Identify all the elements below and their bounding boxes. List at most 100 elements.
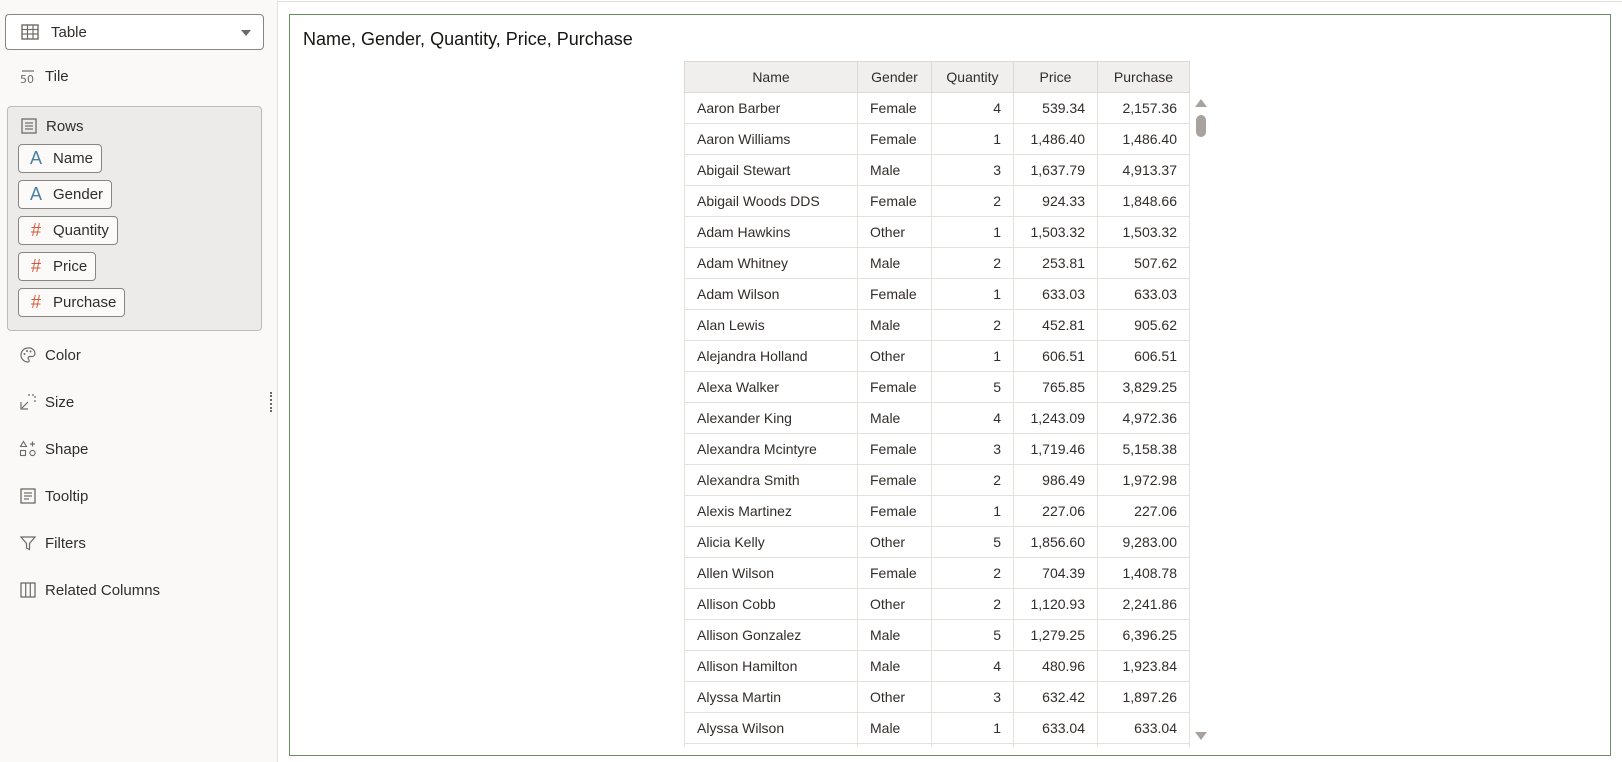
cell-name: Alexis Martinez [684,495,858,527]
table-row[interactable]: Allison Hamilton Male 4 480.96 1,923.84 [684,650,1190,682]
row-column-label: Quantity [53,222,109,239]
cell-name: Adam Whitney [684,247,858,279]
cell-price: 452.81 [1013,309,1098,341]
section-filters-label: Filters [45,534,86,552]
section-color[interactable]: Color [19,346,81,364]
table-row[interactable]: Abigail Woods DDS Female 2 924.33 1,848.66 [684,185,1190,217]
cell-purchase: 633.04 [1097,712,1190,744]
table-row[interactable]: Adam Whitney Male 2 253.81 507.62 [684,247,1190,279]
cell-quantity: 5 [931,619,1014,651]
panel-resize-handle[interactable] [270,392,272,412]
column-header-gender[interactable]: Gender [857,61,932,93]
table-row[interactable]: Amanda BarnesFemale2 [684,743,1190,747]
section-related-columns[interactable]: Related Columns [19,581,160,599]
table-row[interactable]: Allison Gonzalez Male 5 1,279.25 6,396.25 [684,619,1190,651]
table-row[interactable]: Alyssa Wilson Male 1 633.04 633.04 [684,712,1190,744]
scroll-up-icon[interactable] [1195,99,1207,107]
table-row[interactable]: Alexandra Smith Female 2 986.49 1,972.98 [684,464,1190,496]
table-row[interactable]: Alan Lewis Male 2 452.81 905.62 [684,309,1190,341]
section-tile-label: Tile [45,67,69,85]
row-column-label: Gender [53,186,104,203]
section-tile[interactable]: 50 Tile [19,67,69,86]
cell-gender: Female [857,495,932,527]
cell-gender: Female [857,123,932,155]
column-header-name[interactable]: Name [684,61,858,93]
section-rows-label: Rows [46,117,84,135]
cell-name: Amanda Barnes [684,743,858,747]
cell-price: 1,279.25 [1013,619,1098,651]
cell-gender: Male [857,309,932,341]
visualization-canvas[interactable]: Name, Gender, Quantity, Price, Purchase … [289,14,1611,756]
cell-name: Alexa Walker [684,371,858,403]
table-row[interactable]: Adam Wilson Female 1 633.03 633.03 [684,278,1190,310]
cell-purchase: 5,158.38 [1097,433,1190,465]
section-shape[interactable]: Shape [19,440,88,458]
cell-quantity: 4 [931,402,1014,434]
table-row[interactable]: Alicia Kelly Other 5 1,856.60 9,283.00 [684,526,1190,558]
table-row[interactable]: Allen Wilson Female 2 704.39 1,408.78 [684,557,1190,589]
row-column-pill-gender[interactable]: A Gender [18,180,113,209]
cell-price: 765.85 [1013,371,1098,403]
cell-quantity: 2 [931,557,1014,589]
svg-text:50: 50 [20,73,34,85]
cell-price: 1,637.79 [1013,154,1098,186]
cell-purchase: 1,848.66 [1097,185,1190,217]
cell-name: Alan Lewis [684,309,858,341]
cell-quantity: 4 [931,92,1014,124]
visualization-type-select[interactable]: Table [5,14,264,50]
section-tooltip[interactable]: Tooltip [19,487,88,505]
section-size[interactable]: Size [19,393,74,411]
table-row[interactable]: Alejandra Holland Other 1 606.51 606.51 [684,340,1190,372]
row-column-pill-name[interactable]: A Name [18,144,103,173]
attribute-icon: A [29,148,42,168]
table-grid: Name Gender Quantity Price Purchase Aaro… [684,61,1190,747]
cell-price: 1,243.09 [1013,402,1098,434]
cell-price: 633.04 [1013,712,1098,744]
cell-gender: Female [857,185,932,217]
table-row[interactable]: Allison Cobb Other 2 1,120.93 2,241.86 [684,588,1190,620]
grammar-panel: Table 50 Tile Rows A Name A Gender # Qua… [0,0,278,762]
column-header-price[interactable]: Price [1013,61,1098,93]
filter-icon [19,534,37,552]
table-row[interactable]: Alexis Martinez Female 1 227.06 227.06 [684,495,1190,527]
cell-quantity: 1 [931,123,1014,155]
cell-quantity: 1 [931,712,1014,744]
table-scrollbar[interactable] [1189,92,1210,747]
table-row[interactable]: Aaron Barber Female 4 539.34 2,157.36 [684,92,1190,124]
column-header-quantity[interactable]: Quantity [931,61,1014,93]
cell-name: Allison Hamilton [684,650,858,682]
table-row[interactable]: Alexander King Male 4 1,243.09 4,972.36 [684,402,1190,434]
cell-price [1013,743,1098,747]
table-row[interactable]: Aaron Williams Female 1 1,486.40 1,486.40 [684,123,1190,155]
cell-purchase: 1,972.98 [1097,464,1190,496]
cell-name: Adam Hawkins [684,216,858,248]
cell-name: Allison Gonzalez [684,619,858,651]
cell-name: Alyssa Wilson [684,712,858,744]
cell-price: 1,856.60 [1013,526,1098,558]
cell-price: 633.03 [1013,278,1098,310]
row-column-pill-price[interactable]: # Price [18,252,97,281]
scroll-down-icon[interactable] [1195,732,1207,740]
cell-name: Aaron Williams [684,123,858,155]
cell-purchase [1097,743,1190,747]
row-column-pill-quantity[interactable]: # Quantity [18,216,118,245]
table-row[interactable]: Alexandra Mcintyre Female 3 1,719.46 5,158.3… [684,433,1190,465]
cell-purchase: 1,408.78 [1097,557,1190,589]
table-row[interactable]: Adam Hawkins Other 1 1,503.32 1,503.32 [684,216,1190,248]
cell-gender: Other [857,340,932,372]
scroll-thumb[interactable] [1196,115,1206,137]
section-related-columns-label: Related Columns [45,581,161,599]
column-header-purchase[interactable]: Purchase [1097,61,1190,93]
row-column-pill-purchase[interactable]: # Purchase [18,288,126,317]
table-row[interactable]: Abigail Stewart Male 3 1,637.79 4,913.37 [684,154,1190,186]
table-row[interactable]: Alexa Walker Female 5 765.85 3,829.25 [684,371,1190,403]
rows-drop-target[interactable]: Rows A Name A Gender # Quantity # Price … [7,106,262,331]
table-row[interactable]: Alyssa Martin Other 3 632.42 1,897.26 [684,681,1190,713]
cell-quantity: 3 [931,154,1014,186]
data-table[interactable]: Name Gender Quantity Price Purchase Aaro… [684,61,1210,747]
section-filters[interactable]: Filters [19,534,86,552]
cell-name: Allen Wilson [684,557,858,589]
cell-quantity: 4 [931,650,1014,682]
cell-purchase: 1,897.26 [1097,681,1190,713]
row-column-label: Price [53,258,88,275]
